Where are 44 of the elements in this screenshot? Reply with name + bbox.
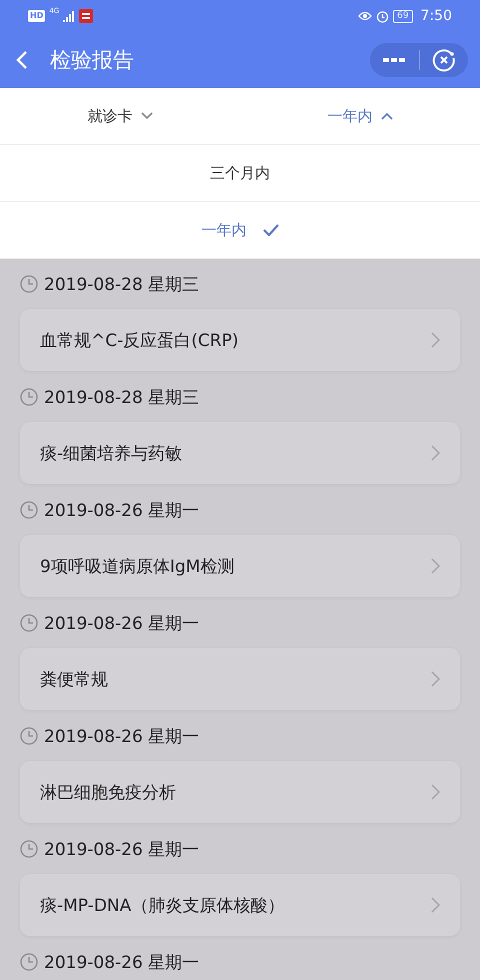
clock-icon [20,840,38,858]
signal-icon [63,10,76,22]
chevron-right-icon [431,445,440,461]
report-item[interactable]: 血常规^C-反应蛋白(CRP) [20,309,460,371]
chevron-right-icon [431,558,440,574]
clock-icon [20,953,38,971]
report-item[interactable]: 粪便常规 [20,648,460,710]
filter-dropdown[interactable]: 一年内 [240,88,480,144]
clock-time: 7:50 [420,8,452,24]
report-date: 2019-08-26 星期一 [44,838,200,860]
back-icon[interactable] [16,50,28,70]
report-date: 2019-08-28 星期三 [44,386,200,408]
eye-icon [358,11,372,21]
report-date: 2019-08-26 星期一 [44,500,200,522]
report-date: 2019-08-26 星期一 [44,952,200,974]
report-date: 2019-08-28 星期三 [44,274,200,296]
more-icon[interactable] [383,58,406,62]
caret-icon [140,112,152,120]
chevron-right-icon [431,784,440,800]
report-date: 2019-08-26 星期一 [44,726,200,748]
report-item[interactable]: 痰-细菌培养与药敏 [20,422,460,484]
dropdown-option[interactable]: 一年内 [0,202,480,259]
report-item[interactable]: 淋巴细胞免疫分析 [20,761,460,823]
check-icon [262,224,278,236]
clock-icon [20,501,38,519]
report-date: 2019-08-26 星期一 [44,612,200,634]
report-item[interactable]: 9项呼吸道病原体IgM检测 [20,535,460,597]
clock-icon [20,727,38,745]
clock-icon [20,275,38,293]
report-item[interactable]: 痰-MP-DNA（肺炎支原体核酸） [20,874,460,936]
chevron-right-icon [431,332,440,348]
dropdown-option[interactable]: 三个月内 [0,145,480,202]
caret-icon [380,112,392,120]
clock-icon [20,388,38,406]
chevron-right-icon [431,671,440,687]
filter-dropdown[interactable]: 就诊卡 [0,88,240,144]
clock-icon [20,614,38,632]
close-icon[interactable] [432,48,456,72]
alarm-icon [376,10,390,22]
page-title: 检验报告 [50,47,134,74]
battery-level: 69 [393,10,413,22]
chevron-right-icon [431,897,440,913]
app-notification-icon [79,9,94,23]
hd-indicator: HD [28,10,46,22]
